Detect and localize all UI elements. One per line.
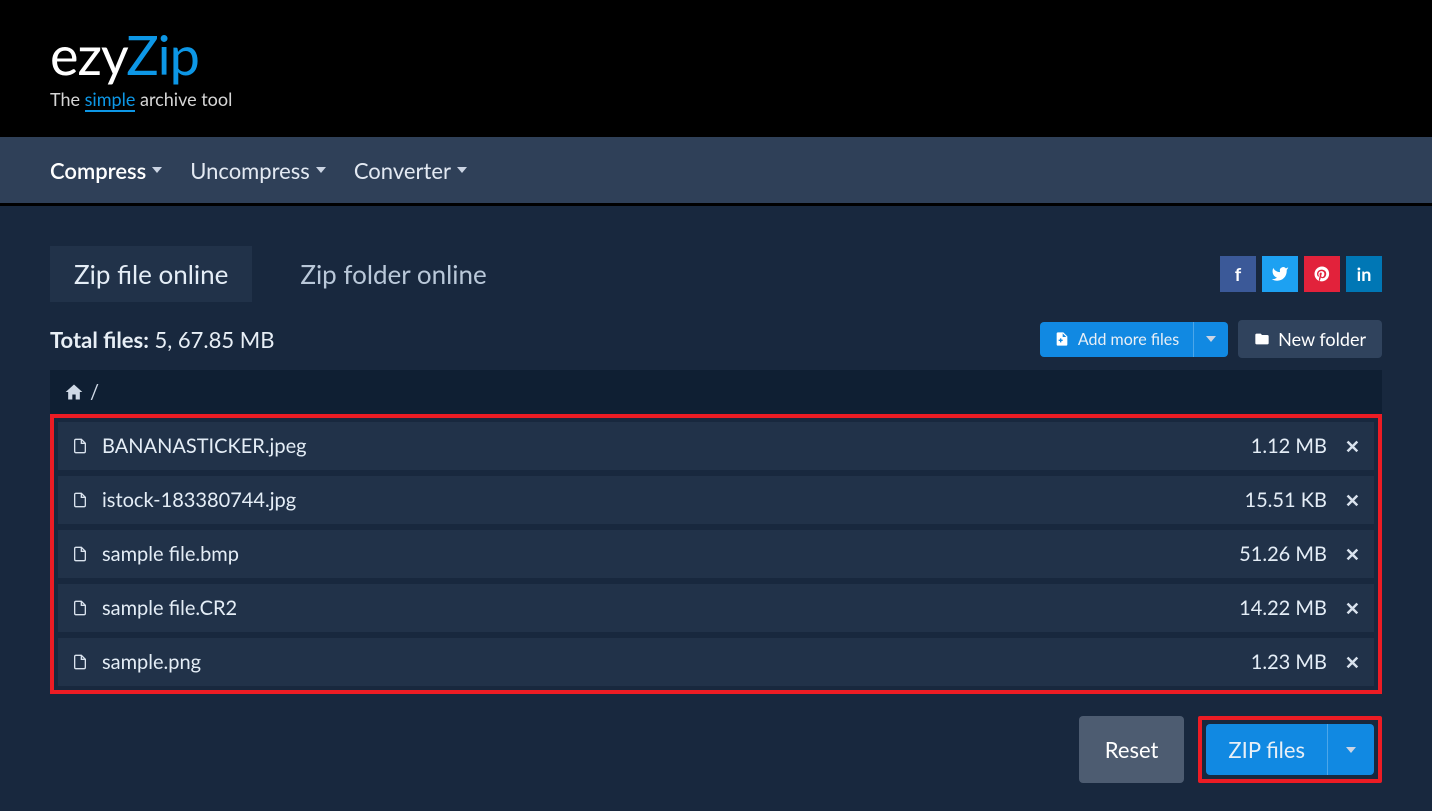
caret-down-icon <box>1346 747 1356 753</box>
total-files-label: Total files: 5, 67.85 MB <box>50 326 1030 353</box>
home-icon[interactable] <box>64 382 84 402</box>
file-size: 51.26 MB <box>1239 542 1327 566</box>
app-logo[interactable]: ezyZip The simple archive tool <box>50 28 1382 110</box>
logo-tagline: The simple archive tool <box>50 88 1382 110</box>
file-size: 1.23 MB <box>1251 650 1327 674</box>
add-more-files-button[interactable]: Add more files <box>1040 322 1228 357</box>
folder-icon <box>1254 331 1270 347</box>
zip-files-dropdown[interactable] <box>1327 724 1374 775</box>
remove-file-icon[interactable]: ✕ <box>1345 435 1360 458</box>
tabs: Zip file online Zip folder online <box>50 246 1220 302</box>
file-row[interactable]: sample file.bmp 51.26 MB ✕ <box>58 530 1374 578</box>
nav-converter[interactable]: Converter <box>354 157 467 184</box>
file-row[interactable]: istock-183380744.jpg 15.51 KB ✕ <box>58 476 1374 524</box>
caret-down-icon <box>152 167 162 173</box>
zip-files-highlight: ZIP files <box>1198 716 1382 783</box>
tab-row: Zip file online Zip folder online f in <box>50 246 1382 302</box>
file-toolbar: Total files: 5, 67.85 MB Add more files … <box>50 320 1382 358</box>
file-icon <box>72 652 88 672</box>
file-name: BANANASTICKER.jpeg <box>102 434 1251 458</box>
nav-compress[interactable]: Compress <box>50 157 162 184</box>
caret-down-icon <box>1206 336 1216 342</box>
facebook-icon[interactable]: f <box>1220 256 1256 292</box>
remove-file-icon[interactable]: ✕ <box>1345 543 1360 566</box>
app-header: ezyZip The simple archive tool <box>0 0 1432 136</box>
twitter-icon[interactable] <box>1262 256 1298 292</box>
breadcrumb: / <box>50 370 1382 414</box>
remove-file-icon[interactable]: ✕ <box>1345 651 1360 674</box>
main-content: Zip file online Zip folder online f in T… <box>0 206 1432 783</box>
file-row[interactable]: BANANASTICKER.jpeg 1.12 MB ✕ <box>58 422 1374 470</box>
file-name: sample file.CR2 <box>102 596 1239 620</box>
file-size: 14.22 MB <box>1239 596 1327 620</box>
zip-files-button[interactable]: ZIP files <box>1206 724 1374 775</box>
file-name: sample.png <box>102 650 1251 674</box>
file-icon <box>72 598 88 618</box>
file-name: istock-183380744.jpg <box>102 488 1244 512</box>
reset-button[interactable]: Reset <box>1079 716 1185 783</box>
file-icon <box>72 544 88 564</box>
main-nav: Compress Uncompress Converter <box>0 136 1432 206</box>
nav-uncompress[interactable]: Uncompress <box>190 157 326 184</box>
social-share: f in <box>1220 256 1382 292</box>
pinterest-icon[interactable] <box>1304 256 1340 292</box>
logo-part1: ezy <box>50 22 126 87</box>
file-icon <box>72 436 88 456</box>
file-row[interactable]: sample.png 1.23 MB ✕ <box>58 638 1374 686</box>
linkedin-icon[interactable]: in <box>1346 256 1382 292</box>
caret-down-icon <box>457 167 467 173</box>
breadcrumb-sep: / <box>90 380 99 404</box>
new-folder-button[interactable]: New folder <box>1238 320 1382 358</box>
file-name: sample file.bmp <box>102 542 1239 566</box>
file-add-icon <box>1054 331 1070 347</box>
file-list: BANANASTICKER.jpeg 1.12 MB ✕ istock-1833… <box>50 414 1382 694</box>
logo-part2: Zip <box>126 22 199 87</box>
file-icon <box>72 490 88 510</box>
remove-file-icon[interactable]: ✕ <box>1345 489 1360 512</box>
footer-actions: Reset ZIP files <box>50 694 1382 783</box>
file-size: 15.51 KB <box>1244 488 1326 512</box>
tab-zip-folder[interactable]: Zip folder online <box>276 246 510 302</box>
add-more-files-dropdown[interactable] <box>1193 322 1228 357</box>
file-row[interactable]: sample file.CR2 14.22 MB ✕ <box>58 584 1374 632</box>
remove-file-icon[interactable]: ✕ <box>1345 597 1360 620</box>
logo-text: ezyZip <box>50 28 1382 82</box>
tab-zip-file[interactable]: Zip file online <box>50 246 252 302</box>
caret-down-icon <box>316 167 326 173</box>
file-size: 1.12 MB <box>1251 434 1327 458</box>
